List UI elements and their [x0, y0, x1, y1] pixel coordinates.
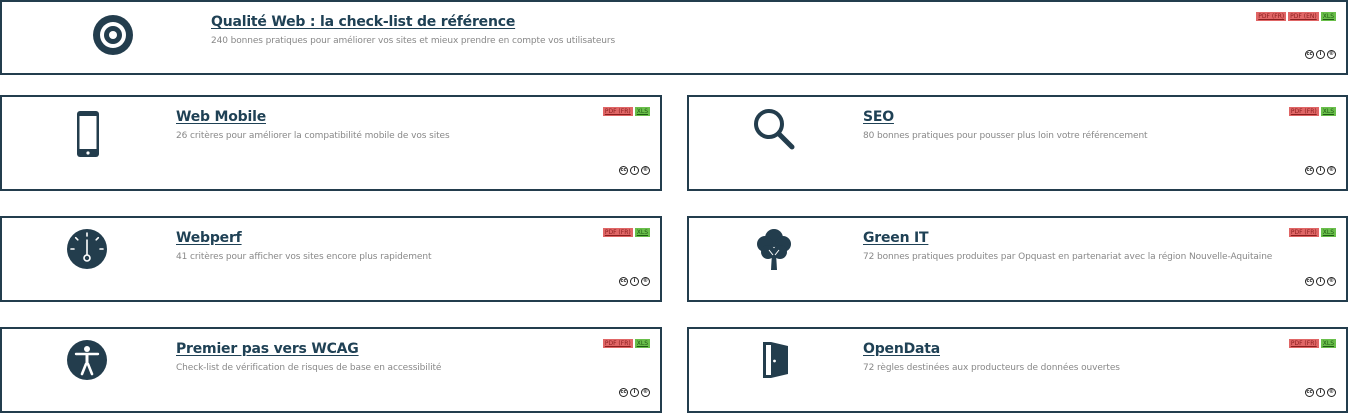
card-title-link[interactable]: Qualité Web : la check-list de référence: [211, 14, 515, 30]
card-title-link[interactable]: Webperf: [176, 230, 242, 246]
attribution-icon[interactable]: i: [1316, 277, 1325, 286]
download-badges: PDF (FR) PDF (EN) XLS: [1256, 12, 1336, 21]
attribution-icon[interactable]: i: [1316, 388, 1325, 397]
xls-download-link[interactable]: XLS: [1320, 12, 1336, 21]
pdf-fr-download-link[interactable]: PDF (FR): [1256, 12, 1287, 21]
pdf-fr-download-link[interactable]: PDF (FR): [602, 228, 633, 237]
card-description: 240 bonnes pratiques pour améliorer vos …: [211, 36, 616, 46]
card-seo: SEO 80 bonnes pratiques pour pousser plu…: [687, 95, 1348, 191]
card-description: 26 critères pour améliorer la compatibil…: [176, 131, 450, 141]
license-icons: cc i ©: [1305, 166, 1336, 175]
creative-commons-icon[interactable]: cc: [1305, 277, 1314, 286]
creative-commons-icon[interactable]: cc: [619, 277, 628, 286]
pdf-fr-download-link[interactable]: PDF (FR): [1288, 339, 1319, 348]
license-icons: cc i ©: [619, 388, 650, 397]
attribution-icon[interactable]: i: [630, 277, 639, 286]
pdf-fr-download-link[interactable]: PDF (FR): [602, 107, 633, 116]
xls-download-link[interactable]: XLS: [1320, 228, 1336, 237]
license-icons: cc i ©: [619, 277, 650, 286]
pdf-fr-download-link[interactable]: PDF (FR): [1288, 107, 1319, 116]
download-badges: PDF (FR) XLS: [1288, 228, 1336, 237]
pdf-en-download-link[interactable]: PDF (EN): [1288, 12, 1319, 21]
attribution-icon[interactable]: i: [630, 388, 639, 397]
creative-commons-icon[interactable]: cc: [619, 166, 628, 175]
creative-commons-icon[interactable]: cc: [1305, 388, 1314, 397]
card-title-link[interactable]: SEO: [863, 109, 894, 125]
download-badges: PDF (FR) XLS: [602, 228, 650, 237]
download-badges: PDF (FR) XLS: [1288, 107, 1336, 116]
card-description: 72 règles destinées aux producteurs de d…: [863, 363, 1120, 373]
download-badges: PDF (FR) XLS: [1288, 339, 1336, 348]
card-title-link[interactable]: OpenData: [863, 341, 940, 357]
card-title-link[interactable]: Premier pas vers WCAG: [176, 341, 359, 357]
magnifier-icon: [754, 109, 795, 150]
card-title-link[interactable]: Green IT: [863, 230, 929, 246]
license-icons: cc i ©: [1305, 277, 1336, 286]
attribution-icon[interactable]: i: [630, 166, 639, 175]
card-qualite-web: Qualité Web : la check-list de référence…: [0, 0, 1348, 75]
share-alike-icon[interactable]: ©: [1327, 166, 1336, 175]
download-badges: PDF (FR) XLS: [602, 339, 650, 348]
pdf-fr-download-link[interactable]: PDF (FR): [602, 339, 633, 348]
attribution-icon[interactable]: i: [1316, 166, 1325, 175]
card-description: Check-list de vérification de risques de…: [176, 363, 442, 373]
download-badges: PDF (FR) XLS: [602, 107, 650, 116]
share-alike-icon[interactable]: ©: [641, 277, 650, 286]
xls-download-link[interactable]: XLS: [634, 339, 650, 348]
card-description: 72 bonnes pratiques produites par Opquas…: [863, 252, 1273, 262]
creative-commons-icon[interactable]: cc: [1305, 166, 1314, 175]
card-premier-pas-wcag: Premier pas vers WCAG Check-list de véri…: [0, 327, 662, 413]
share-alike-icon[interactable]: ©: [1327, 388, 1336, 397]
pdf-fr-download-link[interactable]: PDF (FR): [1288, 228, 1319, 237]
license-icons: cc i ©: [619, 166, 650, 175]
smartphone-icon: [77, 111, 99, 157]
share-alike-icon[interactable]: ©: [1327, 277, 1336, 286]
license-icons: cc i ©: [1305, 388, 1336, 397]
attribution-icon[interactable]: i: [1316, 50, 1325, 59]
xls-download-link[interactable]: XLS: [634, 228, 650, 237]
card-description: 41 critères pour afficher vos sites enco…: [176, 252, 432, 262]
card-opendata: OpenData 72 règles destinées aux product…: [687, 327, 1348, 413]
card-description: 80 bonnes pratiques pour pousser plus lo…: [863, 131, 1148, 141]
tree-icon: [757, 229, 791, 270]
target-icon: [93, 15, 133, 55]
open-door-icon: [763, 342, 788, 378]
share-alike-icon[interactable]: ©: [1327, 50, 1336, 59]
card-green-it: Green IT 72 bonnes pratiques produites p…: [687, 216, 1348, 302]
xls-download-link[interactable]: XLS: [1320, 339, 1336, 348]
xls-download-link[interactable]: XLS: [1320, 107, 1336, 116]
creative-commons-icon[interactable]: cc: [619, 388, 628, 397]
accessibility-icon: [67, 340, 107, 380]
card-title-link[interactable]: Web Mobile: [176, 109, 266, 125]
share-alike-icon[interactable]: ©: [641, 166, 650, 175]
xls-download-link[interactable]: XLS: [634, 107, 650, 116]
card-webperf: Webperf 41 critères pour afficher vos si…: [0, 216, 662, 302]
creative-commons-icon[interactable]: cc: [1305, 50, 1314, 59]
speed-gauge-icon: [67, 229, 107, 269]
license-icons: cc i ©: [1305, 50, 1336, 59]
card-web-mobile: Web Mobile 26 critères pour améliorer la…: [0, 95, 662, 191]
share-alike-icon[interactable]: ©: [641, 388, 650, 397]
